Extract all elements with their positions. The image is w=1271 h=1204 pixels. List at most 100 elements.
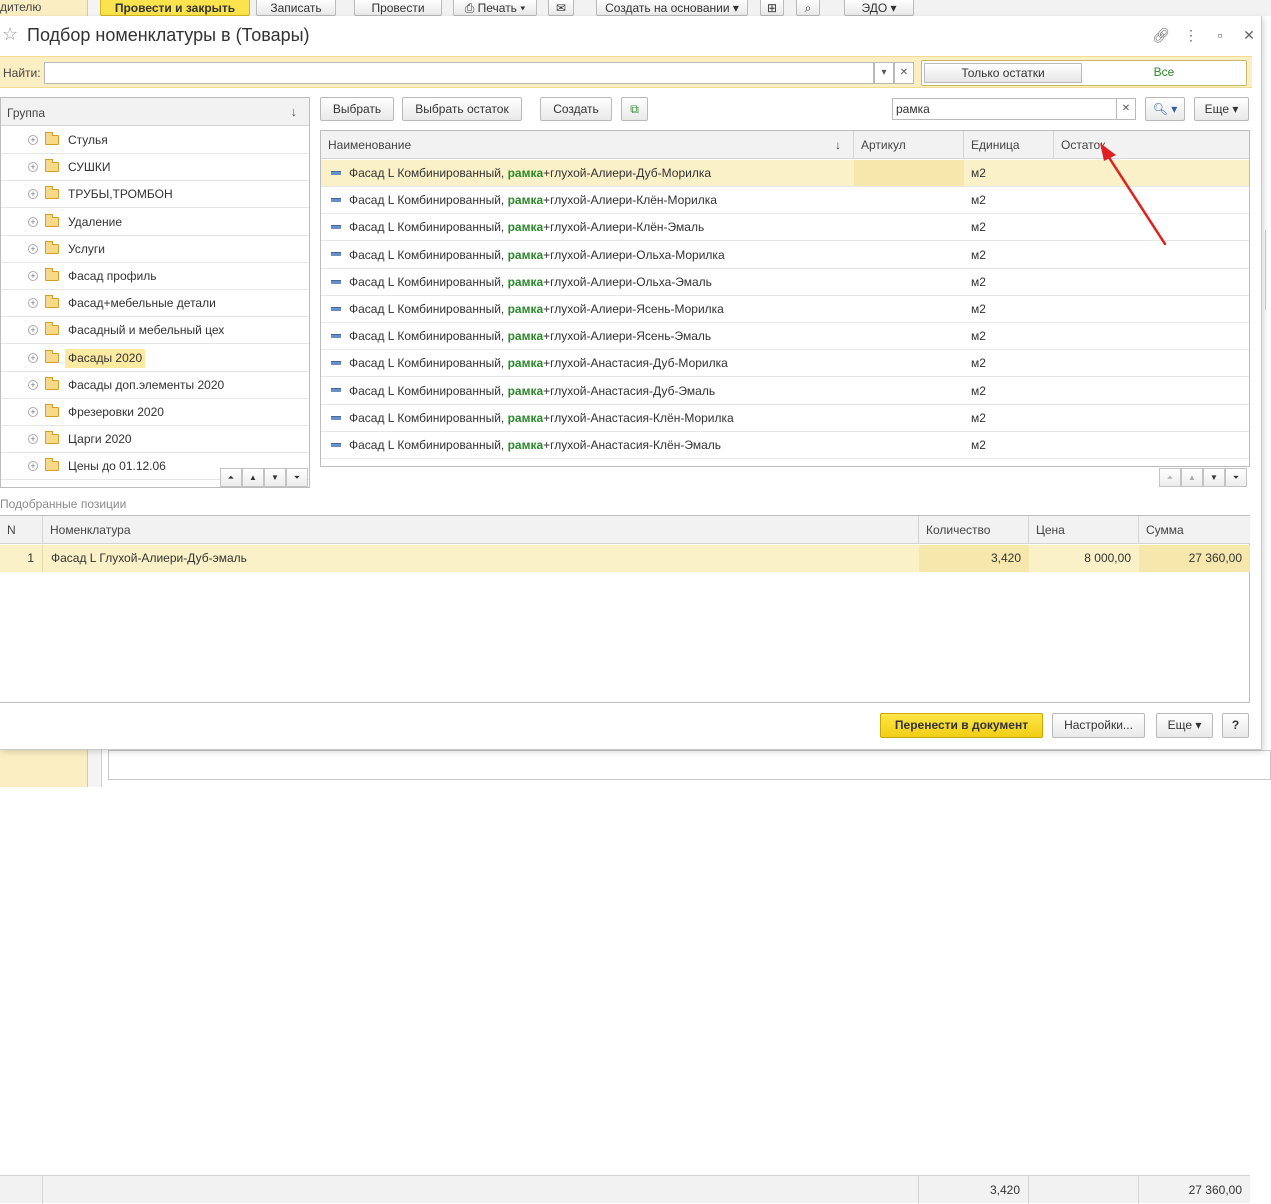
background-toolbar: Провести и закрыть Записать Провести ⎙ П… <box>100 0 1271 16</box>
table-row[interactable]: Фасад L Комбинированный, рамка+глухой-Ан… <box>321 405 1249 432</box>
total-sum: 27 360,00 <box>1188 1183 1242 1197</box>
more-bottom-button[interactable]: Еще ▾ <box>1156 713 1213 738</box>
print-button[interactable]: ⎙ Печать ▾ <box>453 0 537 16</box>
edo-button[interactable]: ЭДО ▾ <box>844 0 914 16</box>
table-row[interactable]: Фасад L Комбинированный, рамка+глухой-Ан… <box>321 350 1249 378</box>
select-button[interactable]: Выбрать <box>320 97 394 121</box>
tree-item[interactable]: + Царги 2020 <box>1 426 309 454</box>
table-row[interactable]: Фасад L Комбинированный, рамка+глухой-Ал… <box>321 242 1249 269</box>
maximize-icon[interactable]: ▫ <box>1211 26 1229 44</box>
scroll-last-icon[interactable]: ⏷ <box>286 468 308 487</box>
expand-icon[interactable]: + <box>28 379 38 390</box>
tree-item-label: СУШКИ <box>68 160 111 175</box>
tree-item[interactable]: + Удаление <box>1 209 309 236</box>
search-icon[interactable]: 🔍︎ ▾ <box>1145 97 1185 121</box>
scroll-down-icon[interactable]: ▼ <box>264 468 286 487</box>
item-name: Фасад L Комбинированный, рамка+глухой-Ал… <box>331 214 851 240</box>
table-row[interactable]: Фасад L Комбинированный, рамка+глухой-Ан… <box>321 432 1249 459</box>
post-button[interactable]: Провести <box>354 0 442 16</box>
expand-icon[interactable]: + <box>28 243 38 254</box>
column-nomenclature[interactable]: Номенклатура <box>43 516 919 544</box>
column-n[interactable]: N <box>0 516 43 544</box>
expand-icon[interactable]: + <box>28 298 38 309</box>
search-input[interactable]: рамка <box>892 98 1118 120</box>
folder-icon <box>45 322 59 336</box>
scroll-up-icon[interactable]: ▲ <box>1181 468 1203 487</box>
group-header[interactable]: Группа ↓ <box>1 98 309 126</box>
select-rest-button[interactable]: Выбрать остаток <box>402 97 522 121</box>
row-quantity[interactable]: 3,420 <box>919 545 1029 572</box>
column-stock[interactable]: Остаток <box>1054 131 1249 159</box>
item-article <box>854 160 964 186</box>
column-sum[interactable]: Сумма <box>1139 516 1250 544</box>
table-row[interactable]: Фасад L Комбинированный, рамка+глухой-Ал… <box>321 160 1249 187</box>
totals-n <box>0 1176 43 1204</box>
sort-arrow-icon[interactable]: ↓ <box>291 104 298 119</box>
find-dropdown-icon[interactable]: ▾ <box>874 62 894 84</box>
table-row[interactable]: Фасад L Комбинированный, рамка+глухой-Ал… <box>321 296 1249 323</box>
all-option[interactable]: Все <box>1084 63 1244 83</box>
only-stock-option[interactable]: Только остатки <box>924 63 1082 83</box>
table-row[interactable]: 1 Фасад L Глухой-Алиери-Дуб-эмаль 3,420 … <box>0 545 1250 572</box>
more-button[interactable]: Еще ▾ <box>1194 97 1249 121</box>
transfer-to-document-button[interactable]: Перенести в документ <box>880 713 1043 738</box>
tree-item[interactable]: + Фасады 2020 <box>1 345 309 372</box>
email-icon[interactable]: ✉ <box>548 0 574 16</box>
column-quantity[interactable]: Количество <box>919 516 1029 544</box>
item-unit: м2 <box>971 302 986 316</box>
post-and-close-button[interactable]: Провести и закрыть <box>100 0 250 16</box>
column-price[interactable]: Цена <box>1029 516 1139 544</box>
scroll-first-icon[interactable]: ⏶ <box>1159 468 1181 487</box>
tree-item[interactable]: + Фрезеровки 2020 <box>1 399 309 426</box>
item-name: Фасад L Комбинированный, рамка+глухой-Ан… <box>331 432 851 458</box>
row-price[interactable]: 8 000,00 <box>1029 545 1139 572</box>
search-clear-icon[interactable]: ✕ <box>1116 98 1136 120</box>
scroll-first-icon[interactable]: ⏶ <box>220 468 242 487</box>
tree-item[interactable]: + Фасад профиль <box>1 263 309 290</box>
expand-icon[interactable]: + <box>28 461 38 472</box>
item-unit: м2 <box>971 274 986 289</box>
structure-icon[interactable]: ⊞ <box>760 0 784 16</box>
save-button[interactable]: Записать <box>256 0 336 16</box>
tree-item[interactable]: + Фасады доп.элементы 2020 <box>1 372 309 399</box>
column-unit[interactable]: Единица <box>964 131 1054 159</box>
tree-item-label: Фасад профиль <box>68 269 157 283</box>
tree-item[interactable]: + Стулья <box>1 127 309 154</box>
expand-icon[interactable]: + <box>28 352 38 363</box>
find-input[interactable] <box>44 62 874 84</box>
find-clear-icon[interactable]: ✕ <box>894 62 914 84</box>
table-row[interactable]: Фасад L Комбинированный, рамка+глухой-Ал… <box>321 323 1249 351</box>
create-based-on-button[interactable]: Создать на основании ▾ <box>596 0 748 16</box>
tree-item[interactable]: + Фасадный и мебельный цех <box>1 317 309 345</box>
help-button[interactable]: ? <box>1222 713 1249 738</box>
expand-icon[interactable]: + <box>28 162 38 173</box>
expand-icon[interactable]: + <box>28 407 38 417</box>
scroll-last-icon[interactable]: ⏷ <box>1225 468 1247 487</box>
settings-button[interactable]: Настройки... <box>1052 713 1145 738</box>
tree-item[interactable]: + ТРУБЫ,ТРОМБОН <box>1 181 309 209</box>
tree-item[interactable]: + СУШКИ <box>1 154 309 182</box>
favorite-star-icon[interactable]: ☆ <box>2 25 18 43</box>
tree-item[interactable]: + Услуги <box>1 236 309 263</box>
column-name[interactable]: Наименование ↓ <box>321 131 854 159</box>
expand-icon[interactable]: + <box>28 434 38 445</box>
expand-icon[interactable]: + <box>28 271 38 281</box>
attachment-icon[interactable]: ⌕ <box>796 0 820 16</box>
table-row[interactable]: Фасад L Комбинированный, рамка+глухой-Ан… <box>321 378 1249 405</box>
expand-icon[interactable]: + <box>28 135 38 145</box>
scroll-up-icon[interactable]: ▲ <box>242 468 264 487</box>
create-button[interactable]: Создать <box>540 97 612 121</box>
expand-icon[interactable]: + <box>28 325 38 336</box>
link-icon[interactable]: 🔗︎ <box>1152 26 1170 44</box>
expand-icon[interactable]: + <box>28 216 38 227</box>
tree-item[interactable]: + Фасад+мебельные детали <box>1 290 309 318</box>
table-row[interactable]: Фасад L Комбинированный, рамка+глухой-Ал… <box>321 269 1249 296</box>
scroll-down-icon[interactable]: ▼ <box>1203 468 1225 487</box>
more-menu-icon[interactable]: ⋮ <box>1182 26 1200 44</box>
table-row[interactable]: Фасад L Комбинированный, рамка+глухой-Ал… <box>321 214 1249 242</box>
close-icon[interactable]: ✕ <box>1240 26 1258 44</box>
column-article[interactable]: Артикул <box>854 131 964 159</box>
expand-icon[interactable]: + <box>28 189 38 200</box>
create-copy-icon[interactable]: ⧉ <box>621 97 648 121</box>
table-row[interactable]: Фасад L Комбинированный, рамка+глухой-Ал… <box>321 187 1249 215</box>
